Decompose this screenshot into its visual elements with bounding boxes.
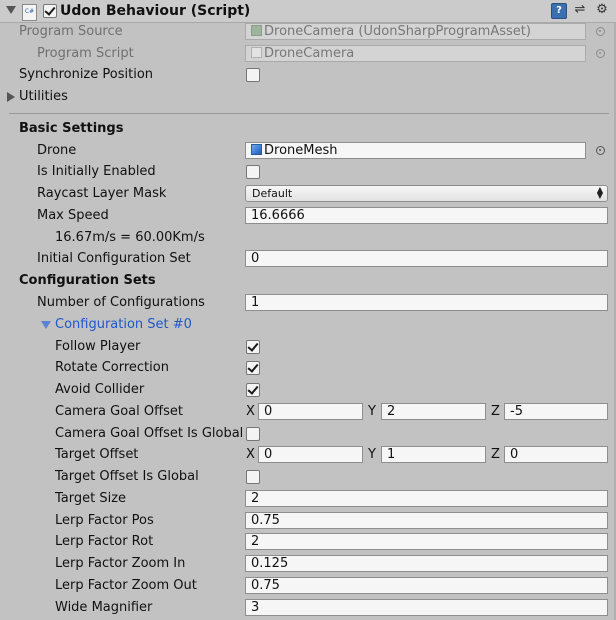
lerp-factor-zoom-out-input[interactable]: 0.75 [245, 577, 608, 594]
component-enabled-checkbox[interactable] [43, 4, 57, 18]
synchronize-position-label: Synchronize Position [19, 67, 154, 82]
target-size-input[interactable]: 2 [245, 490, 608, 507]
raycast-layer-mask-label: Raycast Layer Mask [37, 186, 167, 201]
cube-icon [251, 144, 262, 155]
lerp-factor-rot-input[interactable]: 2 [245, 533, 608, 550]
camera-goal-offset-y-input[interactable]: 2 [381, 403, 486, 420]
program-source-label: Program Source [19, 24, 123, 39]
target-offset-z-input[interactable]: 0 [504, 446, 608, 463]
is-initially-enabled-checkbox[interactable] [246, 165, 260, 179]
csharp-script-icon: C# [22, 4, 37, 21]
camera-goal-offset-label: Camera Goal Offset [55, 404, 183, 419]
lerp-factor-zoom-out-label: Lerp Factor Zoom Out [55, 578, 197, 593]
initial-configuration-set-input[interactable]: 0 [245, 250, 608, 267]
object-picker-icon[interactable] [596, 49, 605, 58]
axis-label-y: Y [368, 447, 376, 462]
raycast-layer-mask-dropdown[interactable]: Default ▲ ▼ [245, 185, 608, 202]
target-offset-label: Target Offset [55, 447, 139, 462]
is-initially-enabled-label: Is Initially Enabled [37, 164, 156, 179]
lerp-factor-rot-label: Lerp Factor Rot [55, 534, 154, 549]
lerp-factor-pos-label: Lerp Factor Pos [55, 513, 154, 528]
foldout-expanded-icon[interactable] [41, 321, 51, 329]
object-picker-icon[interactable] [596, 146, 605, 155]
axis-label-y: Y [368, 404, 376, 419]
camera-goal-offset-is-global-checkbox[interactable] [246, 427, 260, 441]
asset-icon [251, 25, 262, 36]
rotate-correction-checkbox[interactable] [246, 361, 260, 375]
target-offset-is-global-checkbox[interactable] [246, 470, 260, 484]
number-of-configurations-input[interactable]: 1 [245, 294, 608, 311]
axis-label-x: X [246, 404, 255, 419]
axis-label-z: Z [491, 447, 500, 462]
program-source-field[interactable]: DroneCamera (UdonSharpProgramAsset) [245, 23, 586, 40]
script-icon [251, 47, 262, 58]
configuration-set-foldout[interactable]: Configuration Set #0 [55, 317, 192, 332]
synchronize-position-checkbox[interactable] [246, 68, 260, 82]
axis-label-z: Z [491, 404, 500, 419]
camera-goal-offset-is-global-label: Camera Goal Offset Is Global [55, 426, 243, 441]
number-of-configurations-label: Number of Configurations [37, 295, 205, 310]
max-speed-input[interactable]: 16.6666 [245, 207, 608, 224]
camera-goal-offset-x-input[interactable]: 0 [258, 403, 363, 420]
axis-label-x: X [246, 447, 255, 462]
basic-settings-header: Basic Settings [19, 121, 124, 136]
utilities-foldout[interactable]: Utilities [19, 89, 68, 104]
follow-player-label: Follow Player [55, 339, 141, 354]
lerp-factor-zoom-in-input[interactable]: 0.125 [245, 555, 608, 572]
speed-conversion-note: 16.67m/s = 60.00Km/s [55, 230, 205, 245]
max-speed-label: Max Speed [37, 208, 109, 223]
target-offset-y-input[interactable]: 1 [381, 446, 486, 463]
component-title: Udon Behaviour (Script) [60, 3, 251, 19]
program-script-label: Program Script [37, 46, 134, 61]
follow-player-checkbox[interactable] [246, 340, 260, 354]
presets-icon[interactable]: ⇌ [573, 3, 587, 17]
initial-configuration-set-label: Initial Configuration Set [37, 251, 191, 266]
lerp-factor-pos-input[interactable]: 0.75 [245, 512, 608, 529]
target-offset-is-global-label: Target Offset Is Global [55, 469, 199, 484]
foldout-arrow-icon[interactable] [7, 92, 15, 102]
wide-magnifier-label: Wide Magnifier [55, 600, 153, 615]
program-script-field[interactable]: DroneCamera [245, 45, 586, 62]
dropdown-arrows-icon: ▲ ▼ [596, 185, 603, 200]
target-size-label: Target Size [55, 491, 127, 506]
configuration-sets-header: Configuration Sets [19, 273, 156, 288]
camera-goal-offset-z-input[interactable]: -5 [504, 403, 608, 420]
avoid-collider-checkbox[interactable] [246, 383, 260, 397]
drone-field[interactable]: DroneMesh [245, 142, 586, 159]
fold-arrow-icon[interactable] [6, 6, 16, 14]
component-header: C# Udon Behaviour (Script) ? ⇌ ⚙ [0, 0, 616, 23]
drone-label: Drone [37, 143, 77, 158]
lerp-factor-zoom-in-label: Lerp Factor Zoom In [55, 556, 186, 571]
help-book-icon[interactable]: ? [551, 3, 567, 19]
object-picker-icon[interactable] [596, 27, 605, 36]
rotate-correction-label: Rotate Correction [55, 360, 169, 375]
wide-magnifier-input[interactable]: 3 [245, 599, 608, 616]
divider [9, 113, 609, 114]
gear-icon[interactable]: ⚙ [595, 3, 609, 17]
avoid-collider-label: Avoid Collider [55, 382, 145, 397]
target-offset-x-input[interactable]: 0 [258, 446, 363, 463]
